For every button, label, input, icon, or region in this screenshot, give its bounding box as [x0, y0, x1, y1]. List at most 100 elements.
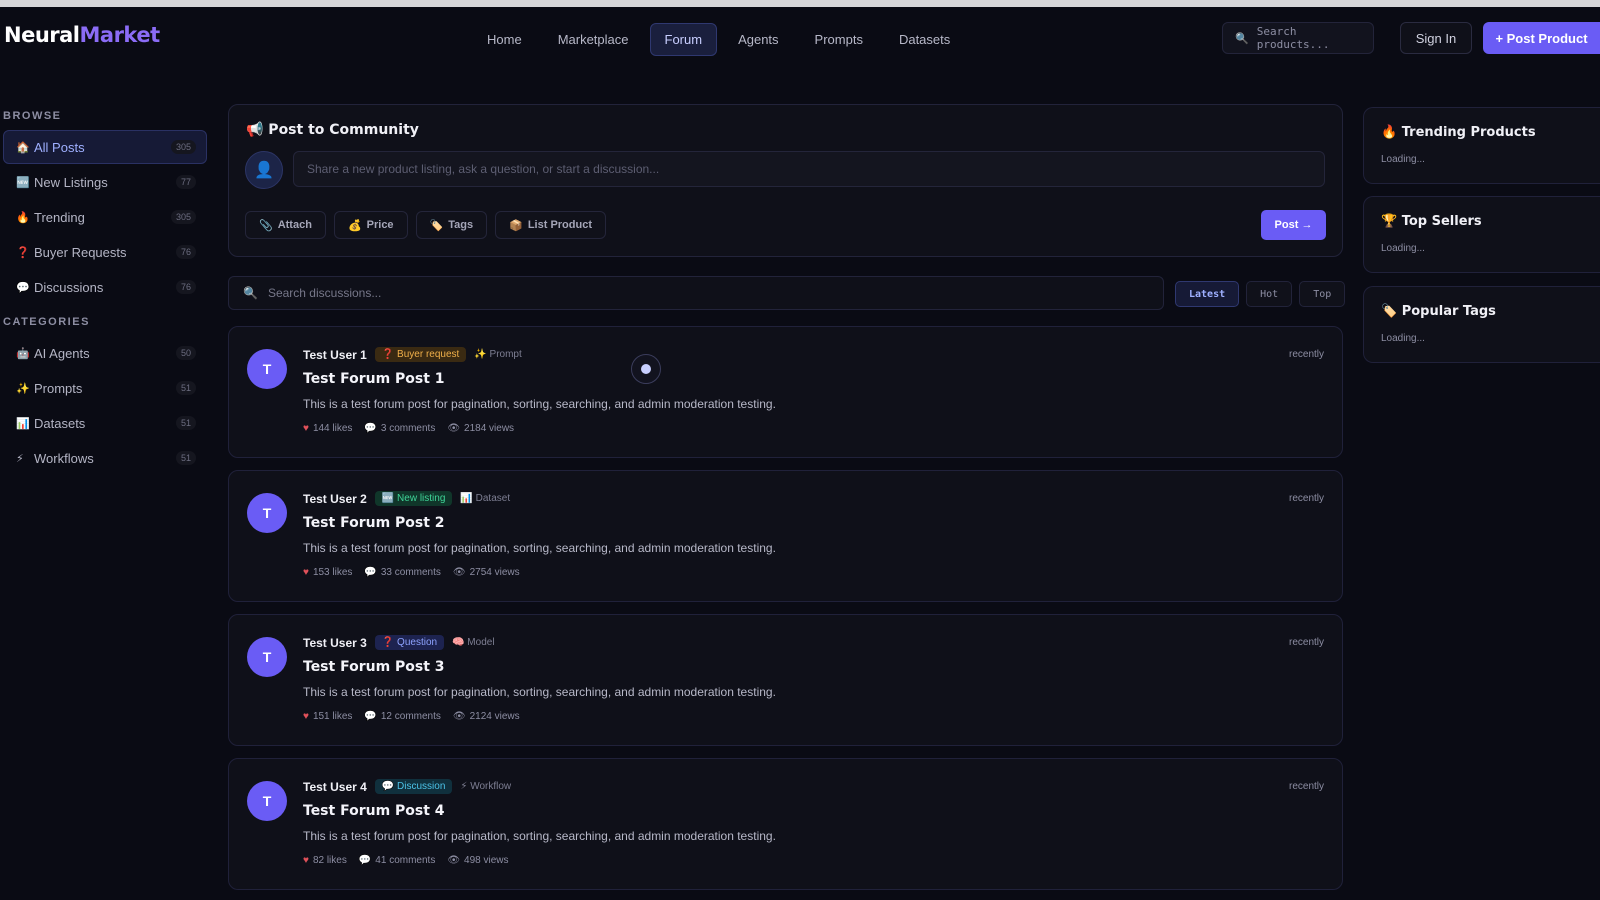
- author-name[interactable]: Test User 2: [303, 492, 367, 506]
- composer-title: 📢 Post to Community: [246, 122, 419, 138]
- sort-tabs: Latest Hot Top: [1175, 281, 1346, 307]
- nav-home[interactable]: Home: [472, 23, 537, 56]
- sidebar-item-label: Prompts: [34, 380, 83, 396]
- post-meta: Test User 2 🆕 New listing 📊 Dataset: [303, 491, 510, 506]
- sidebar-item-datasets[interactable]: 📊 Datasets 51: [3, 406, 207, 440]
- popular-tags-panel: 🏷️ Popular Tags Loading...: [1363, 286, 1600, 363]
- comment-icon: 💬: [364, 567, 377, 578]
- nav-marketplace[interactable]: Marketplace: [543, 23, 644, 56]
- panel-title: 🏆 Top Sellers: [1381, 214, 1482, 229]
- sidebar-item-count: 50: [175, 346, 196, 360]
- heart-icon: ♥: [303, 423, 309, 434]
- comments-stat[interactable]: 💬 3 comments: [364, 423, 435, 434]
- author-avatar[interactable]: T: [247, 349, 287, 389]
- comments-stat[interactable]: 💬 33 comments: [364, 567, 440, 578]
- post-title[interactable]: Test Forum Post 4: [303, 803, 445, 819]
- post-type: 📊 Dataset: [460, 493, 511, 504]
- composer-toolbar: 📎 Attach 💰 Price 🏷️ Tags 📦 List Product: [245, 211, 606, 239]
- sidebar-item-label: AI Agents: [34, 345, 90, 361]
- sign-in-button[interactable]: Sign In: [1400, 22, 1472, 54]
- views-stat: 👁 498 views: [447, 855, 508, 866]
- price-button[interactable]: 💰 Price: [333, 211, 408, 239]
- author-avatar[interactable]: T: [247, 781, 287, 821]
- post-card[interactable]: T Test User 2 🆕 New listing 📊 Dataset re…: [228, 470, 1343, 602]
- post-type: ⚡ Workflow: [460, 781, 512, 792]
- browse-heading: BROWSE: [3, 110, 62, 122]
- eye-icon: 👁: [452, 711, 466, 722]
- list-product-button[interactable]: 📦 List Product: [495, 211, 606, 239]
- sidebar-item-buyer-requests[interactable]: ❓ Buyer Requests 76: [3, 235, 207, 269]
- post-button[interactable]: Post →: [1261, 210, 1326, 240]
- sidebar-item-count: 305: [170, 140, 196, 154]
- sidebar-item-new-listings[interactable]: 🆕 New Listings 77: [3, 165, 207, 199]
- sidebar-item-label: All Posts: [34, 139, 85, 155]
- post-title[interactable]: Test Forum Post 2: [303, 515, 445, 531]
- sidebar-item-all-posts[interactable]: 🏠 All Posts 305: [3, 130, 207, 164]
- sidebar-item-count: 76: [175, 245, 196, 259]
- heart-icon: ♥: [303, 711, 309, 722]
- tab-top[interactable]: Top: [1299, 281, 1346, 307]
- post-card[interactable]: T Test User 3 ❓ Question 🧠 Model recentl…: [228, 614, 1343, 746]
- author-avatar[interactable]: T: [247, 493, 287, 533]
- attach-button[interactable]: 📎 Attach: [245, 211, 326, 239]
- likes-stat[interactable]: ♥ 151 likes: [303, 711, 352, 722]
- discussion-search-input[interactable]: 🔍 Search discussions...: [228, 276, 1164, 310]
- sidebar-item-count: 51: [175, 381, 196, 395]
- money-bag-icon: 💰: [347, 219, 362, 232]
- eye-icon: 👁: [447, 423, 461, 434]
- author-avatar[interactable]: T: [247, 637, 287, 677]
- paperclip-icon: 📎: [259, 219, 273, 232]
- package-icon: 📦: [509, 219, 523, 232]
- comments-count: 33 comments: [380, 567, 441, 578]
- heart-icon: ♥: [303, 855, 309, 866]
- tags-button[interactable]: 🏷️ Tags: [415, 211, 488, 239]
- nav-datasets[interactable]: Datasets: [884, 23, 965, 56]
- comments-count: 3 comments: [380, 423, 436, 434]
- tab-latest[interactable]: Latest: [1175, 281, 1240, 307]
- eye-icon: 👁: [452, 567, 466, 578]
- post-stats: ♥ 153 likes 💬 33 comments 👁 2754 views: [303, 567, 520, 578]
- sidebar-item-ai-agents[interactable]: 🤖 AI Agents 50: [3, 336, 207, 370]
- post-title[interactable]: Test Forum Post 3: [303, 659, 445, 675]
- post-badge: 💬 Discussion: [374, 779, 453, 794]
- likes-stat[interactable]: ♥ 144 likes: [303, 423, 352, 434]
- tab-hot[interactable]: Hot: [1246, 281, 1293, 307]
- user-avatar: 👤: [245, 151, 283, 189]
- panel-status: Loading...: [1381, 154, 1425, 165]
- likes-stat[interactable]: ♥ 153 likes: [303, 567, 352, 578]
- cursor-dot-icon: [641, 364, 651, 374]
- price-label: Price: [366, 219, 394, 231]
- sidebar-item-count: 77: [175, 175, 196, 189]
- product-search-input[interactable]: 🔍 Search products...: [1222, 22, 1374, 54]
- author-name[interactable]: Test User 4: [303, 780, 367, 794]
- comments-stat[interactable]: 💬 41 comments: [359, 855, 435, 866]
- post-title[interactable]: Test Forum Post 1: [303, 371, 445, 387]
- sidebar-item-discussions[interactable]: 💬 Discussions 76: [3, 270, 207, 304]
- nav-agents[interactable]: Agents: [723, 23, 793, 56]
- post-product-button[interactable]: + Post Product: [1483, 22, 1600, 54]
- composer-input[interactable]: Share a new product listing, ask a quest…: [293, 151, 1325, 187]
- likes-stat[interactable]: ♥ 82 likes: [303, 855, 347, 866]
- likes-count: 151 likes: [312, 711, 353, 722]
- comment-icon: 💬: [364, 423, 377, 434]
- sidebar-item-workflows[interactable]: ⚡ Workflows 51: [3, 441, 207, 475]
- post-card[interactable]: T Test User 1 ❓ Buyer request ✨ Prompt r…: [228, 326, 1343, 458]
- post-type: ✨ Prompt: [474, 349, 522, 360]
- post-description: This is a test forum post for pagination…: [303, 829, 776, 843]
- nav-prompts[interactable]: Prompts: [800, 23, 878, 56]
- nav-forum[interactable]: Forum: [649, 23, 718, 56]
- sidebar-item-trending[interactable]: 🔥 Trending 305: [3, 200, 207, 234]
- author-name[interactable]: Test User 3: [303, 636, 367, 650]
- post-meta: Test User 3 ❓ Question 🧠 Model: [303, 635, 495, 650]
- comments-stat[interactable]: 💬 12 comments: [364, 711, 440, 722]
- heart-icon: ♥: [303, 567, 309, 578]
- logo[interactable]: NeuralMarket: [4, 23, 160, 47]
- author-name[interactable]: Test User 1: [303, 348, 367, 362]
- post-card[interactable]: T Test User 4 💬 Discussion ⚡ Workflow re…: [228, 758, 1343, 890]
- post-list: T Test User 1 ❓ Buyer request ✨ Prompt r…: [228, 326, 1343, 900]
- sidebar-item-label: Datasets: [34, 415, 86, 431]
- sidebar-item-prompts[interactable]: ✨ Prompts 51: [3, 371, 207, 405]
- post-description: This is a test forum post for pagination…: [303, 397, 776, 411]
- categories-heading: CATEGORIES: [3, 316, 90, 328]
- views-count: 2184 views: [464, 423, 515, 434]
